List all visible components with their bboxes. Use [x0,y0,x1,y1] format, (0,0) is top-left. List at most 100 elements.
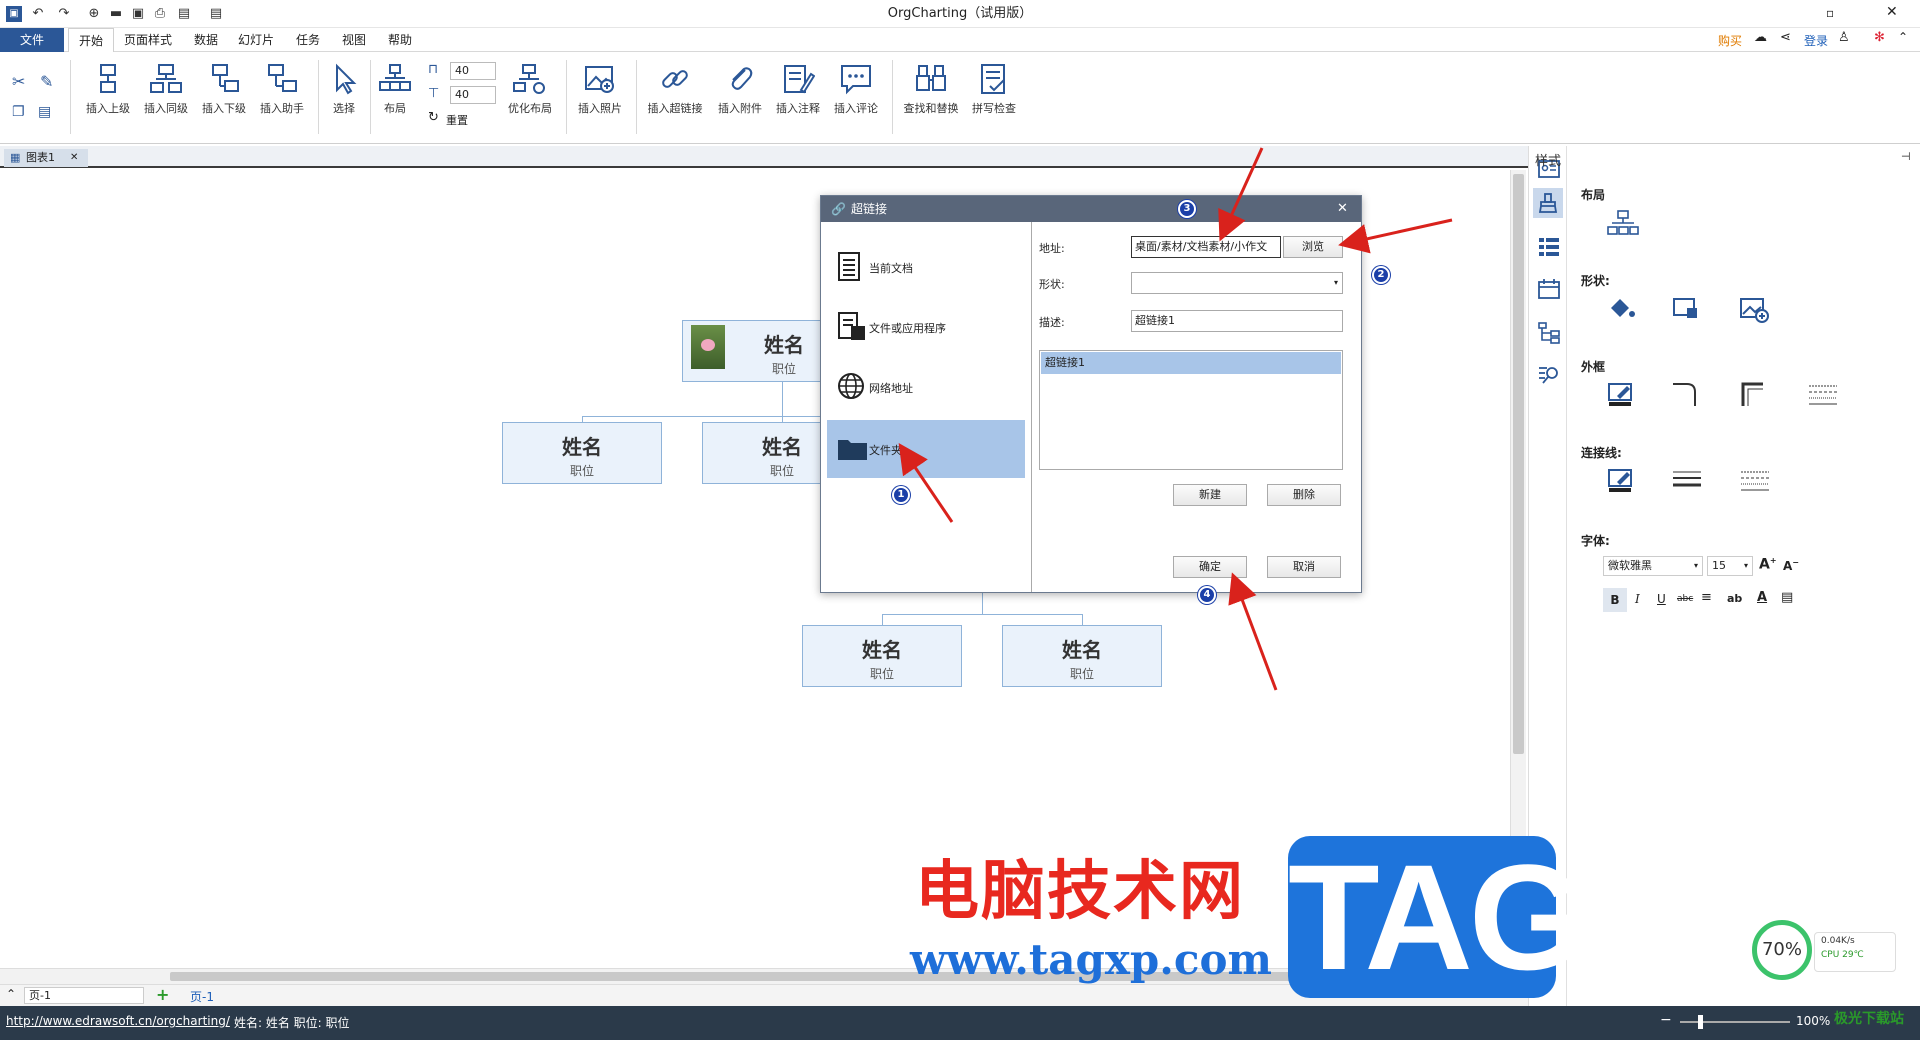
option-file-or-app[interactable]: 文件或应用程序 [827,298,1025,356]
line-weight-icon[interactable] [1671,466,1703,494]
menu-page-style[interactable]: 页面样式 [114,28,182,52]
page-select[interactable]: 页-1 [24,987,144,1004]
new-button[interactable]: 新建 [1173,484,1247,506]
insert-comment-button[interactable]: 插入评论 [828,62,884,130]
scroll-thumb[interactable] [1513,174,1524,754]
org-node-bottom-2[interactable]: 姓名 职位 [1002,625,1162,687]
insert-lower-button[interactable]: 插入下级 [196,62,252,130]
font-color-icon[interactable]: A [1757,590,1767,605]
horizontal-scrollbar[interactable] [0,968,1510,984]
font-size-select[interactable]: 15 ▾ [1707,556,1753,576]
org-node-mid-1[interactable]: 姓名 职位 [502,422,662,484]
hyperlink-list[interactable]: 超链接1 [1039,350,1343,470]
list-icon[interactable] [1538,236,1560,258]
page-up-icon[interactable]: ⌃ [6,987,16,1001]
colorful-icon[interactable]: ✻ [1874,30,1885,45]
border-dash-icon[interactable] [1807,380,1839,408]
close-dialog-icon[interactable]: ✕ [1337,196,1348,222]
font-shrink-icon[interactable]: A− [1783,558,1799,573]
option-folder[interactable]: 文件夹 [827,420,1025,478]
zoom-slider-handle[interactable] [1698,1015,1703,1029]
tab-diagram1[interactable]: 图表1 ▦ ✕ [4,149,88,167]
cut-icon[interactable]: ✂ [12,72,25,91]
reset-label[interactable]: 重置 [446,112,468,128]
address-input[interactable]: 桌面/素材/文档素材/小作文 [1131,236,1281,258]
ok-button[interactable]: 确定 [1173,556,1247,578]
font-family-select[interactable]: 微软雅黑 ▾ [1603,556,1703,576]
spell-check-button[interactable]: 拼写检查 [966,62,1022,130]
font-grow-icon[interactable]: A+ [1759,556,1777,573]
page-tab[interactable]: 页-1 [190,988,214,1005]
insert-photo-button[interactable]: 插入照片 [572,62,628,130]
layout-button[interactable]: 布局 [374,62,416,130]
calendar-icon[interactable] [1538,278,1560,300]
insert-same-button[interactable]: 插入同级 [138,62,194,130]
border-color-icon[interactable] [1607,380,1639,408]
paste-icon[interactable]: ▤ [38,104,51,120]
scroll-thumb[interactable] [170,972,1470,981]
fill-bucket-icon[interactable] [1607,296,1639,324]
add-page-icon[interactable]: + [156,985,169,1004]
browse-button[interactable]: 浏览 [1283,236,1343,258]
menu-help[interactable]: 帮助 [378,28,422,52]
reset-icon[interactable]: ↻ [428,110,439,125]
insert-attachment-button[interactable]: 插入附件 [712,62,768,130]
corner-round-icon[interactable] [1671,380,1703,408]
insert-upper-button[interactable]: 插入上级 [80,62,136,130]
pin-icon[interactable]: ⊣ [1901,150,1911,163]
list-item[interactable]: 超链接1 [1041,352,1341,374]
underline-icon[interactable]: U [1657,592,1666,606]
menu-home[interactable]: 开始 [68,28,115,53]
select-button[interactable]: 选择 [324,62,364,130]
performance-widget[interactable]: 70% 0.04K/s CPU 29℃ [1752,920,1902,990]
collapse-ribbon-icon[interactable]: ⌃ [1898,30,1908,44]
find-replace-button[interactable]: 查找和替换 [898,62,964,130]
zoom-slider[interactable] [1680,1021,1790,1023]
insert-hyperlink-button[interactable]: 插入超链接 [642,62,708,130]
restore-icon[interactable]: ▫ [1826,6,1834,20]
layout-tree-icon[interactable] [1607,210,1639,238]
width-spacing-input[interactable]: 40 [450,62,496,80]
format-painter-icon[interactable]: ✎ [40,72,53,91]
delete-button[interactable]: 删除 [1267,484,1341,506]
description-input[interactable]: 超链接1 [1131,310,1343,332]
line-color-icon[interactable] [1607,466,1639,494]
height-spacing-input[interactable]: 40 [450,86,496,104]
bold-icon[interactable]: B [1603,588,1627,612]
website-link[interactable]: http://www.edrawsoft.cn/orgcharting/ [6,1014,230,1028]
insert-note-button[interactable]: 插入注释 [770,62,826,130]
menu-file[interactable]: 文件 [0,28,64,52]
option-current-document[interactable]: 当前文档 [827,238,1025,296]
italic-icon[interactable]: I [1635,592,1640,606]
close-tab-icon[interactable]: ✕ [70,149,78,167]
login-link[interactable]: 登录 [1804,32,1828,49]
shape-image-icon[interactable] [1739,296,1771,324]
menu-tasks[interactable]: 任务 [286,28,330,52]
menu-view[interactable]: 视图 [332,28,376,52]
search-list-icon[interactable] [1538,364,1560,386]
cancel-button[interactable]: 取消 [1267,556,1341,578]
insert-assistant-button[interactable]: 插入助手 [254,62,310,130]
theme-icon[interactable]: ♙ [1838,30,1850,45]
share-icon[interactable]: ⋖ [1780,30,1791,45]
align-icon[interactable]: ≡ [1701,590,1712,605]
strikethrough-icon[interactable]: abc [1677,594,1693,604]
close-window-icon[interactable]: ✕ [1886,4,1898,20]
style-panel-active[interactable] [1533,188,1563,218]
shape-select[interactable]: ▾ [1131,272,1343,294]
zoom-out-icon[interactable]: − [1660,1012,1672,1028]
text-box-icon[interactable]: ▤ [1781,590,1793,605]
tree-icon[interactable] [1538,322,1560,344]
option-web-address[interactable]: 网络地址 [827,358,1025,416]
case-icon[interactable]: ab [1727,592,1742,605]
copy-icon[interactable]: ❐ [12,104,25,120]
menu-data[interactable]: 数据 [184,28,228,52]
optimize-layout-button[interactable]: 优化布局 [500,62,560,130]
buy-link[interactable]: 购买 [1718,32,1742,49]
cloud-icon[interactable]: ☁ [1754,30,1767,45]
corner-square-icon[interactable] [1739,380,1771,408]
shape-outline-icon[interactable] [1671,296,1703,324]
line-dash-icon[interactable] [1739,466,1771,494]
menu-slides[interactable]: 幻灯片 [228,28,284,52]
org-node-bottom-1[interactable]: 姓名 职位 [802,625,962,687]
